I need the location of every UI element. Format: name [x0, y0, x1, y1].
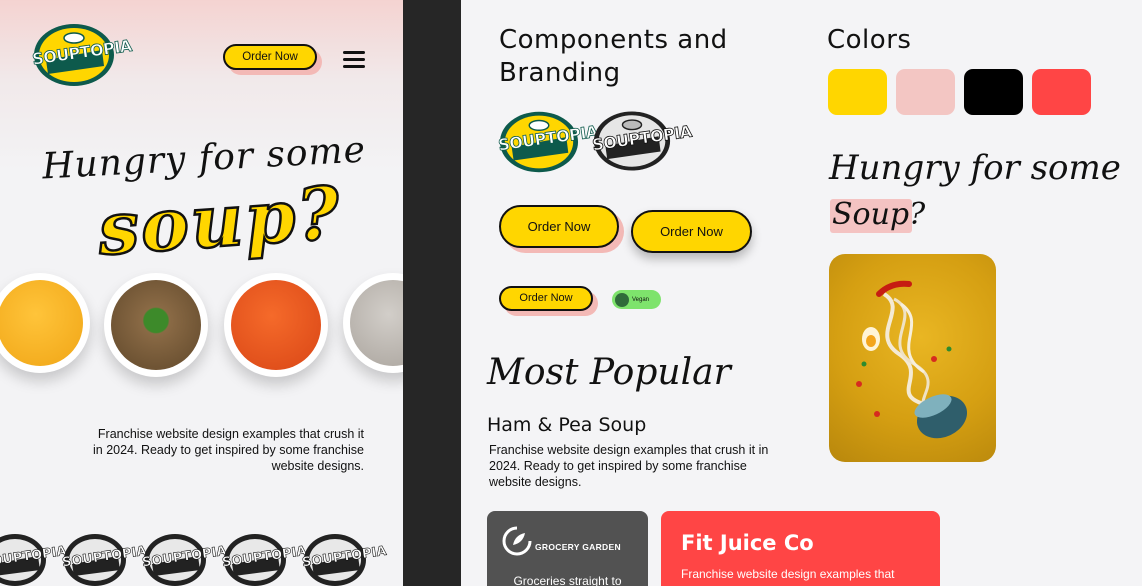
fit-juice-text: Franchise website design examples that — [681, 567, 895, 581]
order-now-button-small[interactable]: Order Now — [499, 286, 593, 311]
colors-title: Colors — [827, 25, 912, 55]
bowl-pumpkin-soup — [0, 273, 90, 373]
grocery-garden-logo — [502, 526, 532, 556]
souptopia-logo-mono: SOUPTOPIA — [0, 532, 68, 586]
menu-icon[interactable] — [343, 51, 365, 68]
components-title: Components and Branding — [499, 25, 728, 88]
souptopia-logo-mono: SOUPTOPIA — [301, 532, 388, 586]
vegan-label: Vegan — [632, 296, 650, 303]
bowl-mushroom-soup — [343, 273, 403, 373]
order-now-button[interactable]: Order Now — [223, 44, 317, 70]
grocery-garden-card[interactable]: GROCERY GARDEN Groceries straight to — [487, 511, 648, 586]
souptopia-logo-mono: SOUPTOPIA — [221, 532, 308, 586]
fit-juice-title: Fit Juice Co — [681, 531, 814, 555]
order-now-button-large[interactable]: Order Now — [499, 205, 619, 248]
souptopia-logo-mono: SOUPTOPIA — [141, 532, 228, 586]
script-heading-line1: Hungry for some — [829, 148, 1121, 188]
grocery-garden-name: GROCERY GARDEN — [535, 542, 621, 552]
item-title: Ham & Pea Soup — [487, 414, 647, 436]
script-heading-line2: Soup? — [832, 197, 926, 232]
logo-pattern-row: SOUPTOPIA SOUPTOPIA SOUPTOPIA SOUPTOPIA … — [0, 532, 388, 586]
most-popular-title: Most Popular — [487, 352, 731, 393]
souptopia-logo[interactable]: SOUPTOPIA — [31, 22, 133, 88]
color-swatch-yellow — [828, 69, 887, 115]
mobile-preview: SOUPTOPIA Order Now Hungry for some soup… — [0, 0, 403, 586]
color-swatch-red — [1032, 69, 1091, 115]
food-image-card — [829, 254, 996, 462]
souptopia-logo-mono: SOUPTOPIA — [591, 108, 693, 174]
vegan-leaf-icon — [615, 292, 629, 307]
hero-heading-soup: soup? — [94, 168, 345, 272]
color-swatch-pink — [896, 69, 955, 115]
item-description: Franchise website design examples that c… — [489, 443, 769, 489]
bowl-lentil-soup — [104, 273, 208, 377]
flying-noodles-illustration — [856, 280, 968, 439]
grocery-garden-text: Groceries straight to — [513, 574, 622, 586]
bowl-tomato-soup — [224, 273, 328, 377]
fit-juice-card[interactable]: Fit Juice Co Franchise website design ex… — [661, 511, 940, 586]
panel-divider — [403, 0, 461, 586]
souptopia-logo-color: SOUPTOPIA — [497, 108, 599, 176]
color-swatch-black — [964, 69, 1023, 115]
order-now-button-shadow[interactable]: Order Now — [631, 210, 752, 253]
mobile-description: Franchise website design examples that c… — [93, 427, 364, 473]
souptopia-logo-mono: SOUPTOPIA — [61, 532, 148, 586]
vegan-badge: Vegan — [612, 290, 661, 309]
